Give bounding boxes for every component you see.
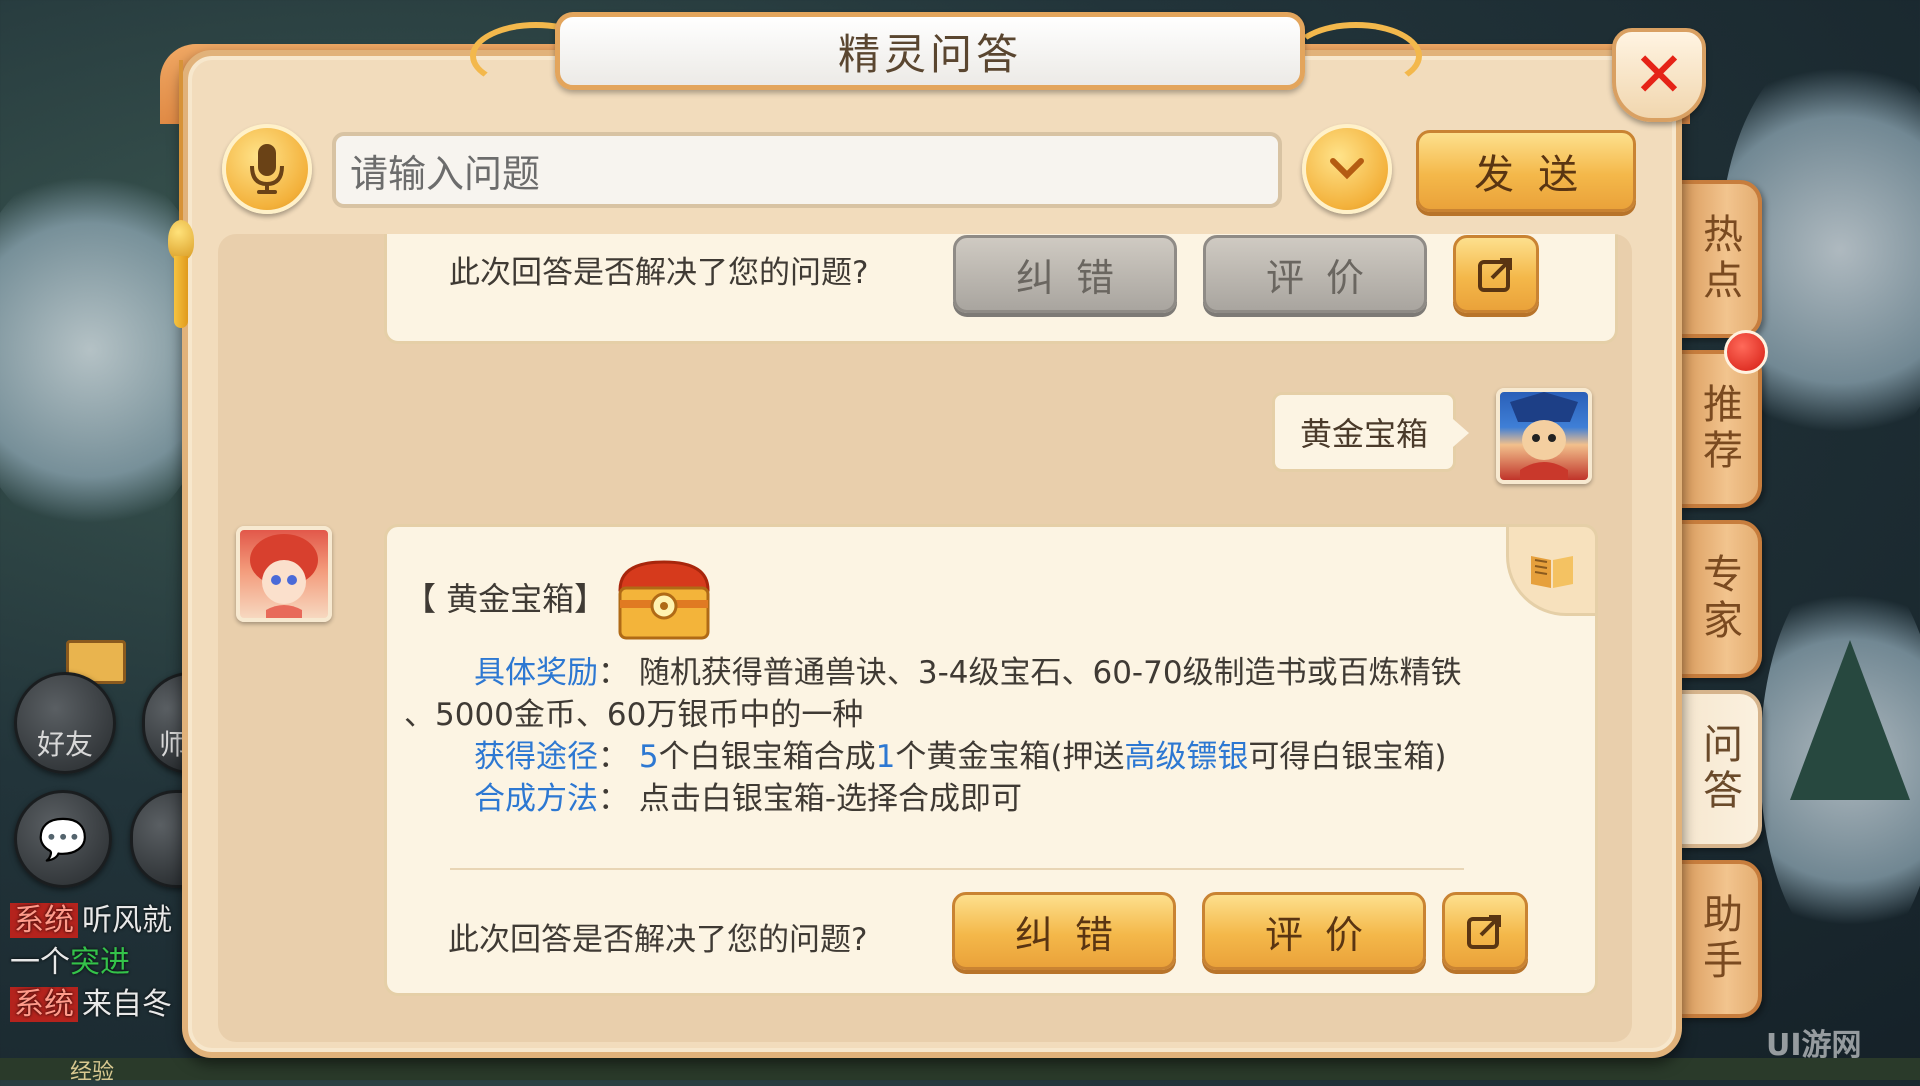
- method-label[interactable]: 合成方法: [474, 781, 598, 817]
- tab-label: 推荐: [1696, 383, 1742, 475]
- share-icon: [1478, 258, 1512, 292]
- user-avatar: [1496, 388, 1592, 484]
- voice-input-button[interactable]: [222, 124, 312, 214]
- tab-expert[interactable]: 专家: [1680, 520, 1762, 678]
- obtain-num2: 1: [875, 739, 896, 775]
- assistant-avatar: [236, 526, 332, 622]
- rate-button[interactable]: 评价: [1202, 892, 1426, 970]
- chat-bubble-icon: 💬: [38, 816, 88, 863]
- rewards-label[interactable]: 具体奖励: [474, 655, 598, 691]
- rewards-line-cont: 、5000金币、60万银币中的一种: [404, 694, 863, 736]
- dialog-title-text: 精灵问答: [837, 29, 1022, 79]
- colon: ：: [598, 739, 639, 775]
- rewards-text: 随机获得普通兽诀、3-4级宝石、60-70级制造书或百炼精铁: [638, 655, 1462, 691]
- rewards-line: 具体奖励： 随机获得普通兽诀、3-4级宝石、60-70级制造书或百炼精铁: [474, 652, 1462, 694]
- pine-tree-bg: [1790, 640, 1910, 800]
- user-message-text: 黄金宝箱: [1299, 415, 1428, 453]
- system-tag: 系统: [10, 987, 78, 1022]
- send-button-label: 发送: [1474, 152, 1602, 198]
- exp-label: 经验: [70, 1060, 115, 1085]
- chat-text: 听风就: [82, 903, 172, 938]
- tab-assistant[interactable]: 助手: [1680, 860, 1762, 1018]
- send-button[interactable]: 发送: [1416, 130, 1636, 212]
- watermark: UI游网: [1766, 1028, 1862, 1063]
- obtain-text3: 可得白银宝箱): [1248, 739, 1447, 775]
- colon: ：: [598, 655, 639, 691]
- microphone-icon: [250, 144, 284, 194]
- chat-text: 来自冬: [82, 987, 172, 1022]
- rate-button[interactable]: 评价: [1203, 235, 1427, 313]
- share-icon: [1467, 915, 1501, 949]
- answer-title: 【 黄金宝箱】: [404, 580, 607, 618]
- close-button[interactable]: ✕: [1612, 28, 1706, 122]
- golden-chest-icon: [612, 556, 716, 644]
- rewards-text-cont: 、5000金币、60万银币中的一种: [404, 697, 864, 733]
- method-line: 合成方法： 点击白银宝箱-选择合成即可: [474, 778, 1022, 820]
- obtain-text2: 个黄金宝箱(押送: [895, 739, 1125, 775]
- question-input-placeholder: 请输入问题: [350, 151, 541, 196]
- obtain-link[interactable]: 高级镖银: [1124, 739, 1248, 775]
- chat-line: 一个突进: [10, 942, 190, 984]
- answer-divider: [450, 868, 1464, 870]
- correct-button[interactable]: 纠错: [953, 235, 1177, 313]
- obtain-line: 获得途径： 5个白银宝箱合成1个黄金宝箱(押送高级镖银可得白银宝箱): [474, 736, 1447, 778]
- previous-answer-card: 此次回答是否解决了您的问题? 纠错 评价: [384, 234, 1618, 344]
- method-text: 点击白银宝箱-选择合成即可: [638, 781, 1023, 817]
- exp-bar: 经验: [0, 1058, 1920, 1085]
- tab-label: 热点: [1696, 213, 1742, 305]
- tassel-ornament: [166, 60, 196, 330]
- rate-button-label: 评价: [1264, 912, 1385, 957]
- tab-label: 专家: [1696, 553, 1742, 645]
- title-ornament-right: [1290, 22, 1422, 90]
- question-input[interactable]: 请输入问题: [332, 132, 1282, 208]
- friends-label: 好友: [36, 728, 93, 761]
- dialog-title: 精灵问答: [555, 12, 1305, 90]
- chat-log: 系统 听风就 一个突进 系统 来自冬: [10, 900, 190, 1026]
- colon: ：: [598, 781, 639, 817]
- rate-button-label: 评价: [1265, 255, 1386, 300]
- tab-label: 问答: [1696, 723, 1742, 815]
- feedback-prompt: 此次回答是否解决了您的问题?: [448, 922, 868, 958]
- share-button[interactable]: [1453, 235, 1539, 313]
- correct-button-label: 纠错: [1015, 255, 1136, 300]
- history-dropdown-button[interactable]: [1302, 124, 1392, 214]
- chevron-down-icon: [1330, 158, 1364, 180]
- chat-bubble-button[interactable]: 💬: [14, 790, 112, 888]
- correct-button[interactable]: 纠错: [952, 892, 1176, 970]
- share-button[interactable]: [1442, 892, 1528, 970]
- system-tag: 系统: [10, 903, 78, 938]
- chat-highlight: 突进: [70, 945, 130, 980]
- tab-label: 助手: [1696, 893, 1742, 985]
- chat-text: 一个: [10, 945, 70, 980]
- chat-line: 系统 听风就: [10, 900, 190, 942]
- user-message-bubble: 黄金宝箱: [1272, 392, 1469, 472]
- feedback-prompt: 此次回答是否解决了您的问题?: [449, 255, 869, 291]
- obtain-label[interactable]: 获得途径: [474, 739, 598, 775]
- correct-button-label: 纠错: [1014, 912, 1135, 957]
- chat-line: 系统 来自冬: [10, 984, 190, 1026]
- close-icon: ✕: [1633, 38, 1685, 111]
- obtain-num1: 5: [638, 739, 659, 775]
- obtain-text1: 个白银宝箱合成: [658, 739, 876, 775]
- tab-hot[interactable]: 热点: [1680, 180, 1762, 338]
- tab-qa[interactable]: 问答: [1680, 690, 1762, 848]
- notification-dot: [1724, 330, 1768, 374]
- friends-button[interactable]: 好友: [14, 672, 116, 774]
- book-icon: [1506, 524, 1598, 616]
